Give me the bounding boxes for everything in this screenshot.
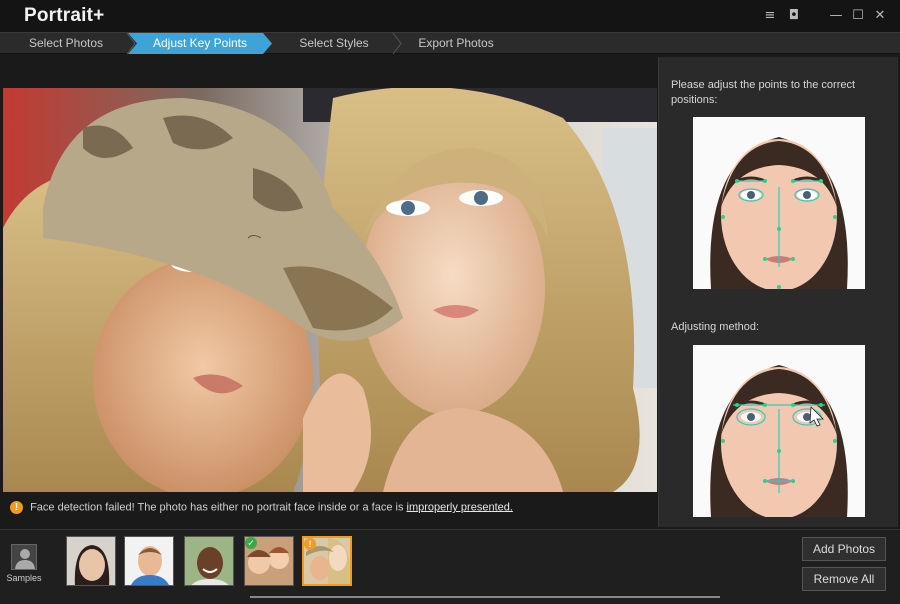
- thumbnail-young-man[interactable]: [124, 536, 174, 586]
- thumbnail-asian-woman[interactable]: [66, 536, 116, 586]
- close-icon[interactable]: ✕: [872, 8, 888, 24]
- warning-icon: !: [10, 501, 23, 514]
- adjusting-method-label: Adjusting method:: [671, 321, 760, 333]
- portrait-photo: [3, 88, 657, 492]
- maximize-icon[interactable]: ☐: [850, 8, 866, 24]
- add-photos-button[interactable]: Add Photos: [802, 537, 886, 561]
- thumbnail-two-blondes[interactable]: !: [302, 536, 352, 586]
- main-photo[interactable]: [3, 88, 657, 492]
- step-select-styles[interactable]: Select Styles: [276, 33, 392, 54]
- thumbnail-group-girls[interactable]: ✓: [244, 536, 294, 586]
- adjusting-method-image: [693, 345, 865, 517]
- title-bar: Portrait+ ≡ ◘ — ☐ ✕: [0, 0, 900, 32]
- step-adjust-key-points[interactable]: Adjust Key Points: [128, 33, 272, 54]
- samples-button[interactable]: Samples: [6, 544, 42, 588]
- menu-icon[interactable]: ≡: [762, 8, 778, 24]
- samples-label: Samples: [6, 573, 42, 583]
- face-detection-notice: ! Face detection failed! The photo has e…: [10, 501, 650, 517]
- check-icon: ✓: [245, 537, 257, 549]
- step-select-photos[interactable]: Select Photos: [6, 33, 126, 54]
- notice-text: Face detection failed! The photo has eit…: [30, 501, 407, 514]
- thumbnail-smiling-man[interactable]: [184, 536, 234, 586]
- person-icon: [11, 544, 37, 570]
- remove-all-button[interactable]: Remove All: [802, 567, 886, 591]
- warning-icon: !: [304, 538, 316, 550]
- chat-icon[interactable]: ◘: [786, 8, 802, 24]
- key-points-reference-image: [693, 117, 865, 289]
- minimize-icon[interactable]: —: [828, 8, 844, 24]
- app-title: Portrait+: [24, 5, 105, 26]
- adjust-guide-panel: Please adjust the points to the correct …: [658, 57, 898, 527]
- notice-link[interactable]: improperly presented.: [407, 501, 513, 513]
- thumbnail-scrollbar[interactable]: [250, 596, 720, 598]
- step-export-photos[interactable]: Export Photos: [396, 33, 516, 54]
- instruction-text: Please adjust the points to the correct …: [671, 79, 856, 106]
- photo-tray: Samples ✓ ! Add Photos Remove All: [0, 529, 900, 604]
- step-navigation: Select Photos Adjust Key Points Select S…: [0, 32, 900, 54]
